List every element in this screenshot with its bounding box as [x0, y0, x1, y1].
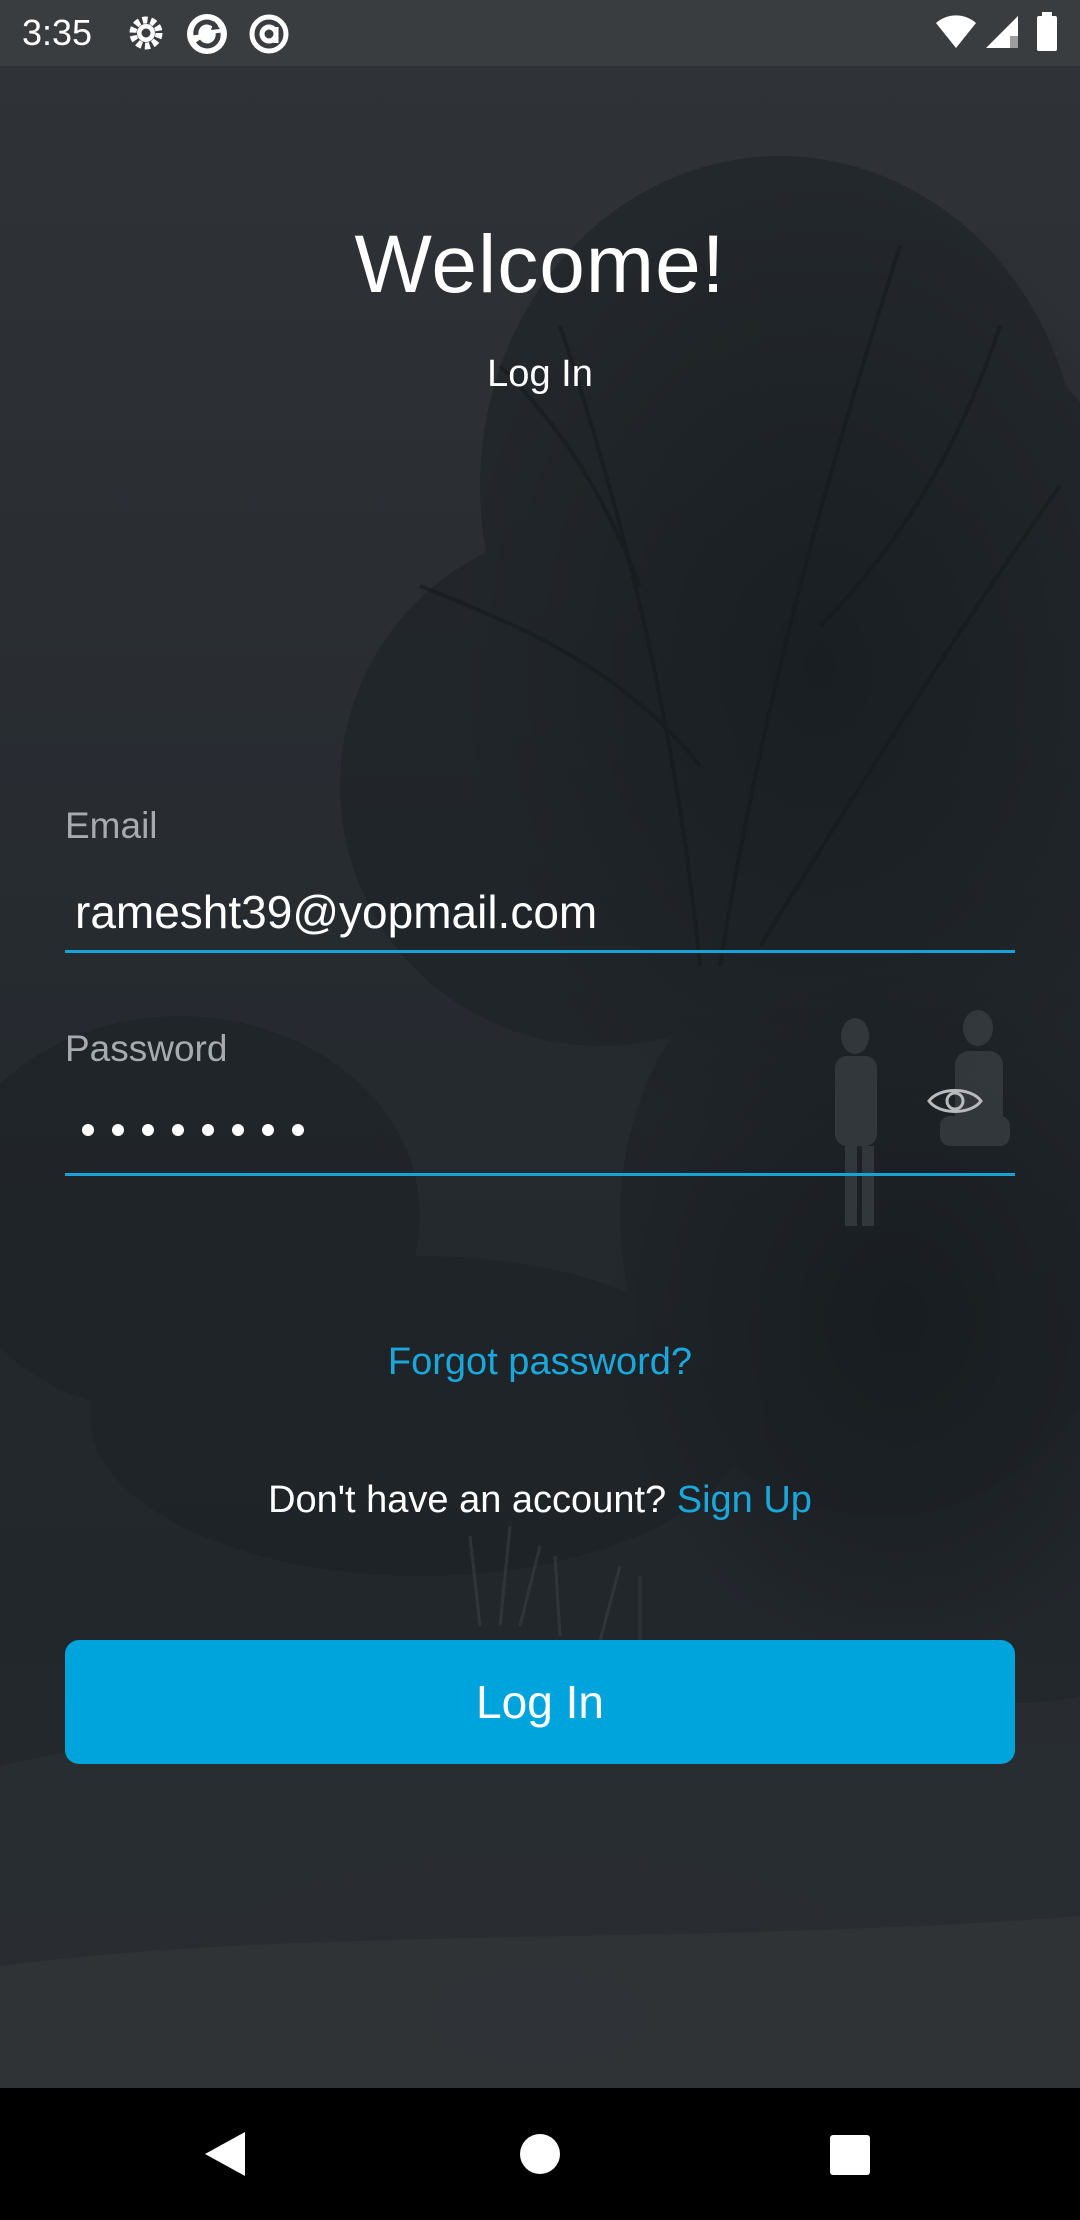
welcome-title: Welcome! — [354, 219, 726, 310]
status-bar: 3:35 — [0, 0, 1080, 66]
cellular-signal-icon — [984, 14, 1020, 55]
no-account-text: Don't have an account? — [268, 1479, 667, 1521]
login-screen: 3:35 Welcome! Log In Email ramesht39@yop… — [0, 0, 1080, 2220]
login-button[interactable]: Log In — [65, 1640, 1015, 1764]
gear-icon — [126, 13, 166, 58]
forgot-password-link[interactable]: Forgot password? — [0, 1338, 1080, 1386]
password-dot — [142, 1124, 154, 1136]
sync-icon — [186, 13, 228, 60]
navigation-bar — [0, 2088, 1080, 2220]
password-mask — [82, 1110, 304, 1150]
recents-icon[interactable] — [830, 2135, 870, 2180]
eye-icon[interactable] — [925, 1077, 985, 1125]
signup-link[interactable]: Sign Up — [677, 1479, 812, 1521]
wifi-icon — [934, 14, 978, 55]
status-time: 3:35 — [22, 12, 93, 53]
password-dot — [112, 1124, 124, 1136]
password-dot — [202, 1124, 214, 1136]
password-dot — [232, 1124, 244, 1136]
at-sign-icon — [248, 13, 290, 60]
home-icon[interactable] — [520, 2134, 560, 2179]
signup-row: Don't have an account? Sign Up — [0, 1476, 1080, 1524]
password-label: Password — [65, 1028, 228, 1069]
password-dot — [82, 1124, 94, 1136]
password-dot — [292, 1124, 304, 1136]
password-dot — [262, 1124, 274, 1136]
battery-icon — [1036, 12, 1058, 57]
email-label: Email — [65, 805, 158, 846]
email-field[interactable] — [65, 873, 1015, 953]
login-subtitle: Log In — [487, 353, 593, 395]
back-icon[interactable] — [203, 2130, 247, 2183]
password-dot — [172, 1124, 184, 1136]
